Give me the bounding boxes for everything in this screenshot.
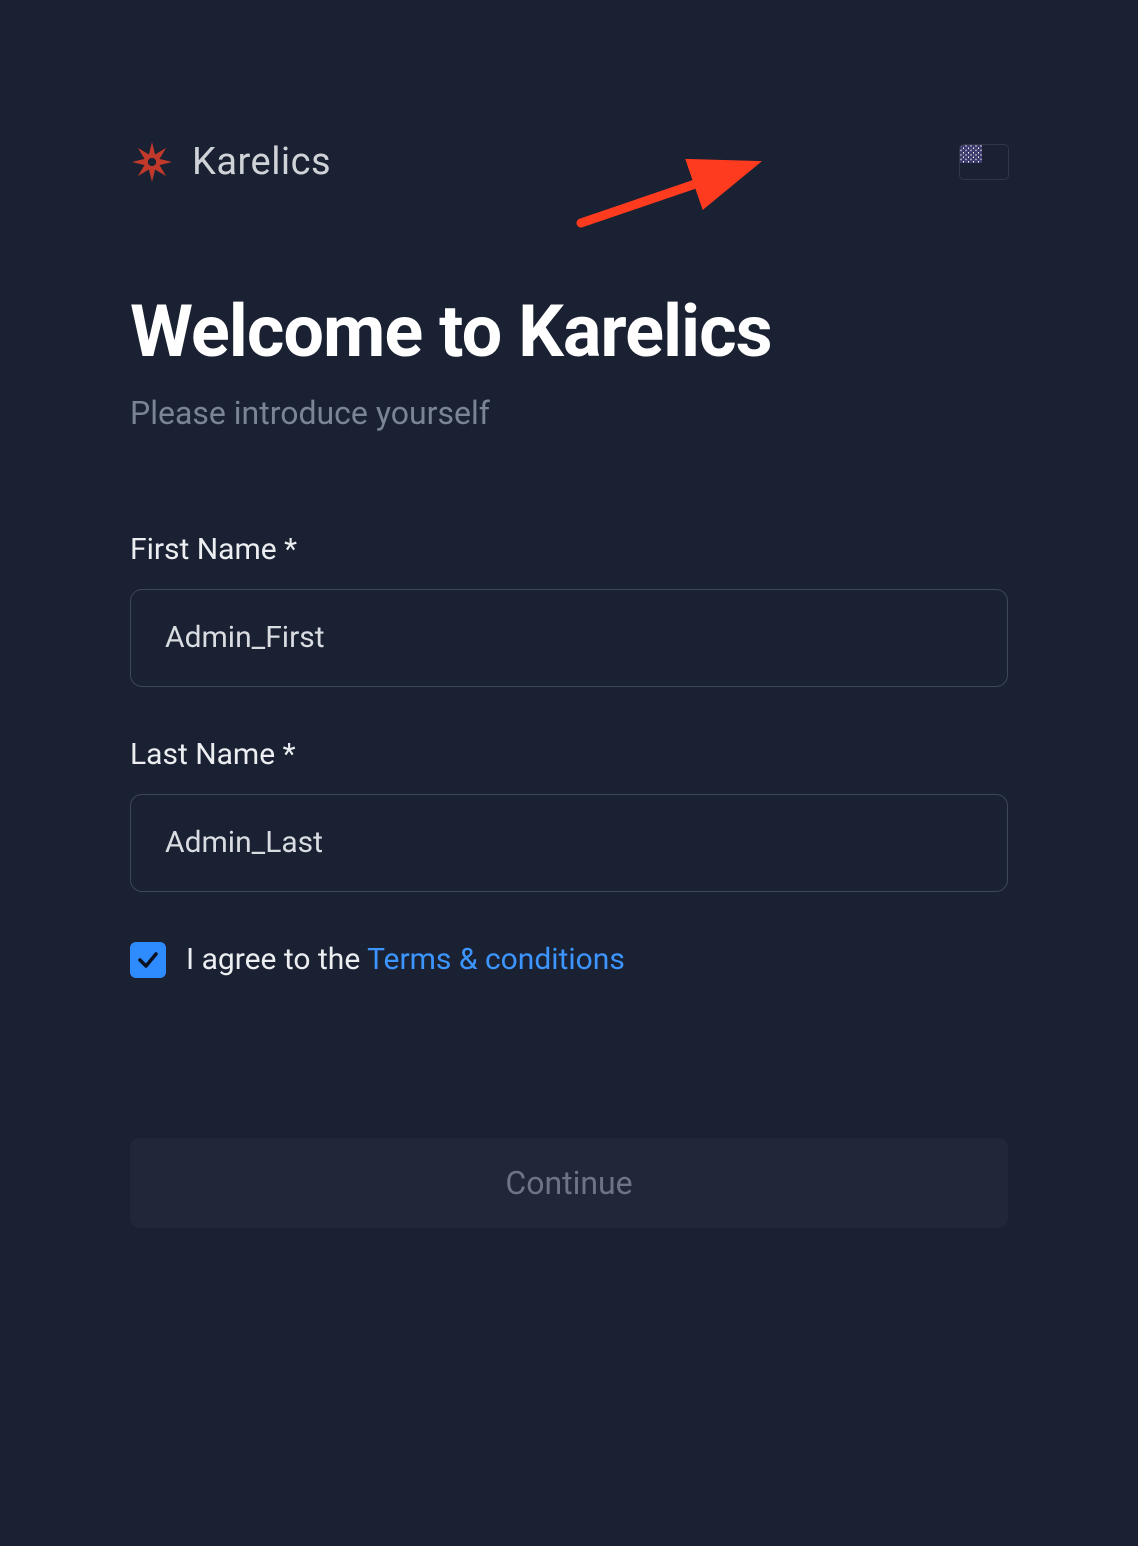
first-name-group: First Name *: [130, 532, 1008, 687]
consent-prefix: I agree to the: [186, 942, 367, 977]
continue-button[interactable]: Continue: [130, 1138, 1008, 1228]
consent-text: I agree to the Terms & conditions: [186, 942, 625, 977]
terms-link[interactable]: Terms & conditions: [367, 942, 625, 977]
brand-name: Karelics: [192, 140, 331, 184]
consent-checkbox[interactable]: [130, 942, 166, 978]
last-name-label: Last Name *: [130, 737, 1008, 772]
consent-row: I agree to the Terms & conditions: [130, 942, 1008, 978]
flag-us-icon: [960, 145, 1008, 179]
language-flag-button[interactable]: [960, 145, 1008, 179]
last-name-group: Last Name *: [130, 737, 1008, 892]
check-icon: [136, 948, 160, 972]
page-title: Welcome to Karelics: [130, 294, 1008, 370]
last-name-input[interactable]: [130, 794, 1008, 892]
first-name-input[interactable]: [130, 589, 1008, 687]
page-subtitle: Please introduce yourself: [130, 394, 1008, 432]
brand-logo: Karelics: [130, 140, 331, 184]
header: Karelics: [130, 140, 1008, 184]
brand-icon: [130, 140, 174, 184]
first-name-label: First Name *: [130, 532, 1008, 567]
